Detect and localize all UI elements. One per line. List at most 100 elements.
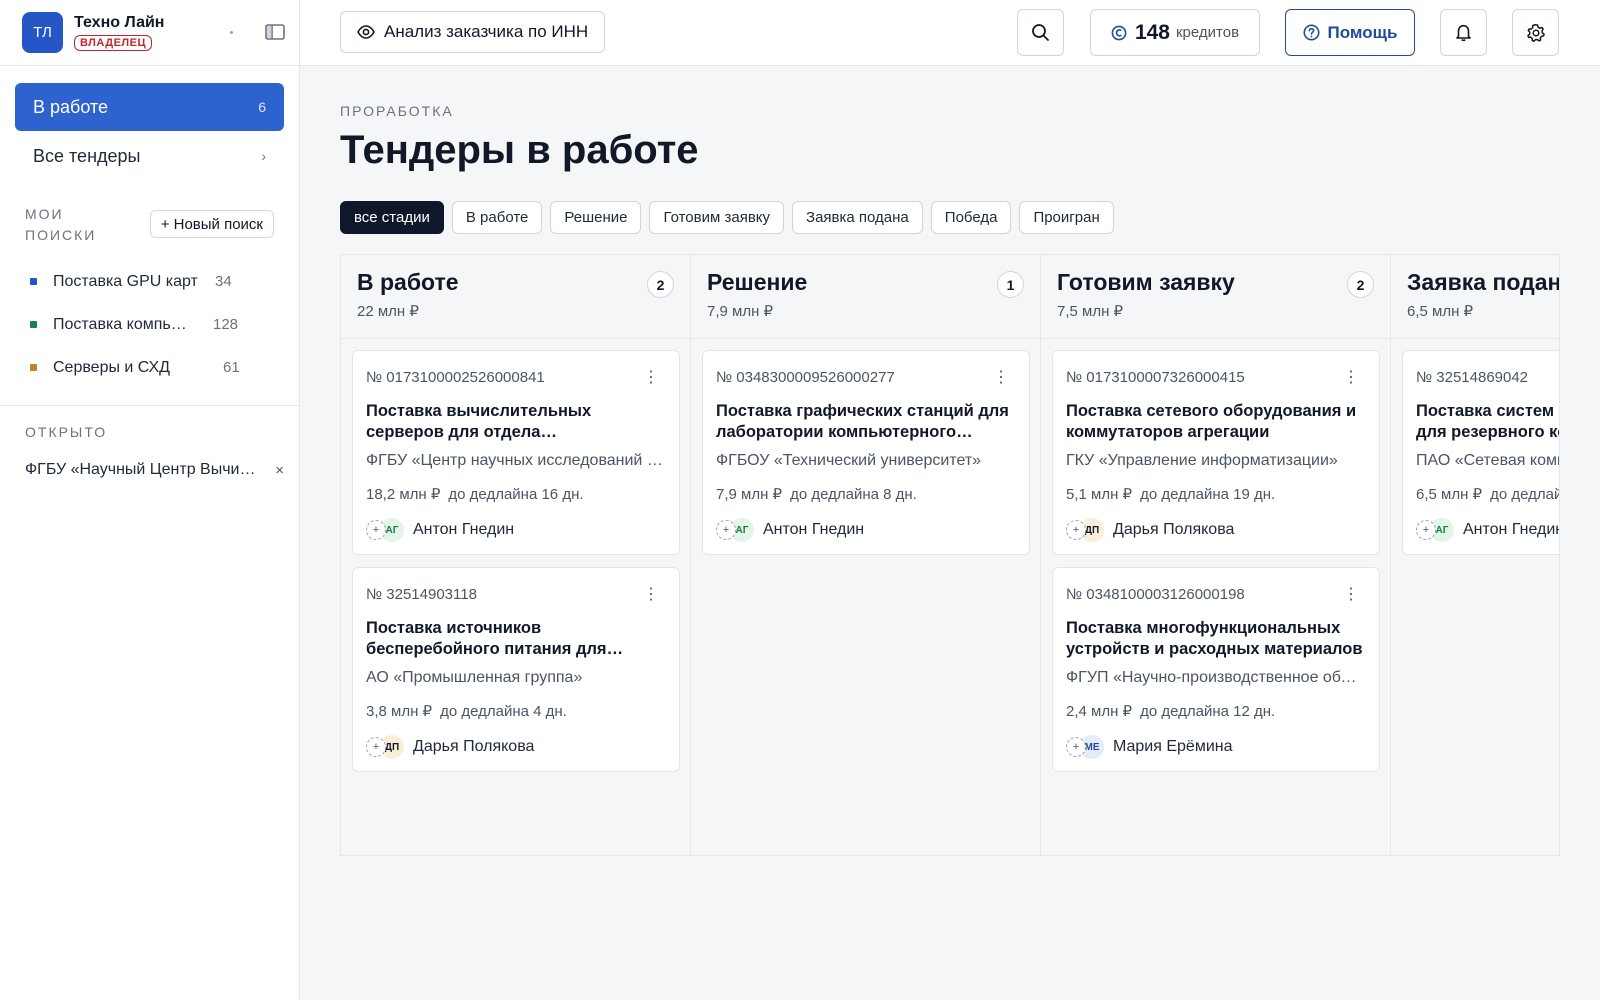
nav-item-label: Все тендеры (33, 145, 141, 166)
org-header: ТЛ Техно Лайн ВЛАДЕЛЕЦ (0, 0, 299, 66)
tender-number: № 0348300009526000277 (716, 369, 895, 386)
gear-icon (1526, 23, 1545, 42)
more-vertical-icon[interactable]: ⋮ (1343, 368, 1359, 388)
eye-icon (357, 25, 375, 39)
column-sum: 7,9 млн ₽ (707, 303, 774, 320)
tender-card[interactable]: № 32514869042⋮Поставка систем хранения д… (1402, 350, 1559, 555)
column-title: В работе (357, 269, 459, 295)
add-assignee-icon[interactable]: + (716, 520, 736, 540)
org-name[interactable]: Техно Лайн (74, 14, 164, 32)
tender-price: 3,8 млн ₽ (366, 703, 433, 720)
saved-search-count: 34 (215, 273, 232, 290)
org-status-dot (230, 31, 233, 34)
owner-name: Антон Гнедин (413, 521, 515, 538)
saved-search-item[interactable]: Серверы и СХД 61 (25, 346, 274, 389)
search-color-dot (30, 321, 37, 328)
close-icon[interactable]: × (275, 462, 284, 479)
credits-button[interactable]: 148 кредитов (1090, 9, 1260, 56)
tender-meta: 3,8 млн ₽ до дедлайна 4 дн. (366, 702, 567, 720)
open-tab-name: ФГБУ «Научный Центр Вычислительных Техно… (25, 461, 260, 478)
tender-deadline: до дедлайна 16 дн. (448, 486, 584, 503)
filter-chip-decision[interactable]: Решение (550, 201, 642, 234)
sidebar-toggle-icon[interactable] (265, 23, 285, 41)
filter-chip-won[interactable]: Победа (930, 201, 1012, 234)
column-title: Заявка подана (1407, 269, 1560, 295)
column-header: Решение 7,9 млн ₽ 1 (691, 255, 1040, 339)
stage-filters: все стадии В работе Решение Готовим заяв… (340, 201, 1560, 234)
tender-number: № 0348100003126000198 (1066, 586, 1245, 603)
help-label: Помощь (1327, 22, 1398, 42)
sidebar-nav: В работе 6 Все тендеры › (0, 66, 299, 180)
add-assignee-icon[interactable]: + (1416, 520, 1436, 540)
more-vertical-icon[interactable]: ⋮ (993, 368, 1009, 388)
tender-card[interactable]: № 32514903118 ⋮ Поставка источников беспер… (352, 567, 680, 772)
more-vertical-icon[interactable]: ⋮ (643, 368, 659, 388)
page-eyebrow: ПРОРАБОТКА (340, 103, 454, 119)
saved-search-item[interactable]: Поставка компьютерного оборудования 128 (25, 303, 274, 346)
tender-owner: + ДП Дарья Полякова (1066, 518, 1234, 542)
my-searches-label: МОИ ПОИСКИ (25, 206, 97, 243)
help-button[interactable]: Помощь (1285, 9, 1415, 56)
filter-chip-preparing[interactable]: Готовим заявку (649, 201, 785, 234)
page-title: Тендеры в работе (340, 128, 699, 172)
add-assignee-icon[interactable]: + (1066, 520, 1086, 540)
settings-button[interactable] (1512, 9, 1559, 56)
tender-title: Поставка вычислительных серверов для отд… (366, 402, 592, 441)
filter-chip-lost[interactable]: Проигран (1019, 201, 1114, 234)
nav-item-label: В работе (33, 96, 109, 117)
role-badge: ВЛАДЕЛЕЦ (74, 35, 153, 51)
new-search-button[interactable]: + Новый поиск (149, 210, 274, 238)
bell-icon (1456, 24, 1471, 42)
notifications-button[interactable] (1440, 9, 1487, 56)
nav-item-in-work[interactable]: В работе 6 (15, 83, 284, 131)
saved-search-name: Серверы и СХД (53, 358, 170, 376)
tender-customer: ФГБУ «Центр научных исследований и разра… (366, 452, 666, 469)
filter-chip-all[interactable]: все стадии (340, 201, 444, 234)
sidebar: ТЛ Техно Лайн ВЛАДЕЛЕЦ В работе 6 Все те… (0, 0, 300, 1000)
tender-meta: 7,9 млн ₽ до дедлайна 8 дн. (716, 485, 917, 503)
tender-card[interactable]: № 0348300009526000277 ⋮ Поставка графическ… (702, 350, 1030, 555)
column-count-badge: 2 (1347, 271, 1374, 298)
add-assignee-icon[interactable]: + (366, 520, 386, 540)
tender-card[interactable]: № 0173100002526000841 ⋮ Поставка вычислите… (352, 350, 680, 555)
tender-owner: + АГ Антон Гнедин (1416, 518, 1559, 542)
column-header: Заявка подана6,5 млн ₽1 (1391, 255, 1560, 339)
tender-owner: + МЕ Мария Ерёмина (1066, 735, 1233, 759)
search-button[interactable] (1017, 9, 1064, 56)
org-info: Техно Лайн ВЛАДЕЛЕЦ (74, 14, 164, 51)
tender-customer: ГКУ «Управление информатизации» (1066, 452, 1338, 469)
column-cards: № 32514869042⋮Поставка систем хранения д… (1391, 339, 1559, 555)
nav-item-count: 6 (258, 99, 266, 115)
search-icon (1032, 24, 1049, 41)
saved-search-item[interactable]: Поставка GPU карт 34 (25, 260, 274, 303)
more-vertical-icon[interactable]: ⋮ (1343, 585, 1359, 605)
tender-price: 6,5 млн ₽ (1416, 486, 1483, 503)
add-assignee-icon[interactable]: + (1066, 737, 1086, 757)
tender-title: Поставка многофункциональных устройств и… (1066, 619, 1363, 658)
open-tab-item[interactable]: ФГБУ «Научный Центр Вычислительных Техно… (0, 461, 299, 479)
filter-chip-in-work[interactable]: В работе (451, 201, 543, 234)
credits-label: кредитов (1175, 24, 1240, 41)
nav-item-all-tenders[interactable]: Все тендеры › (15, 132, 284, 180)
tender-meta: 18,2 млн ₽ до дедлайна 16 дн. (366, 485, 584, 503)
search-color-dot (30, 278, 37, 285)
add-assignee-icon[interactable]: + (366, 737, 386, 757)
kanban-column: Готовим заявку 7,5 млн ₽ 2 № 01731000073260… (1041, 255, 1391, 855)
column-cards: № 0348300009526000277 ⋮ Поставка графическ… (691, 339, 1040, 555)
tender-title: Поставка графических станций для лаборат… (716, 402, 1009, 441)
question-icon (1303, 24, 1320, 41)
tender-card[interactable]: № 0348100003126000198 ⋮ Поставка многофунк… (1052, 567, 1380, 772)
more-vertical-icon[interactable]: ⋮ (643, 585, 659, 605)
tender-card[interactable]: № 0173100007326000415 ⋮ Поставка сетевого … (1052, 350, 1380, 555)
kanban-board: В работе 22 млн ₽ 2 № 0173100002526000841 ⋮ П… (340, 254, 1560, 856)
inn-analysis-button[interactable]: Анализ заказчика по ИНН (340, 11, 606, 53)
org-avatar[interactable]: ТЛ (22, 12, 63, 53)
tender-owner: + ДП Дарья Полякова (366, 735, 534, 759)
column-count-badge: 2 (647, 271, 674, 298)
tender-price: 7,9 млн ₽ (716, 486, 783, 503)
tender-deadline: до дедлайна 4 дн. (440, 703, 567, 720)
inn-analysis-label: Анализ заказчика по ИНН (384, 22, 589, 41)
tender-meta: 5,1 млн ₽ до дедлайна 19 дн. (1066, 485, 1275, 503)
column-count-badge: 1 (997, 271, 1024, 298)
filter-chip-submitted[interactable]: Заявка подана (792, 201, 923, 234)
